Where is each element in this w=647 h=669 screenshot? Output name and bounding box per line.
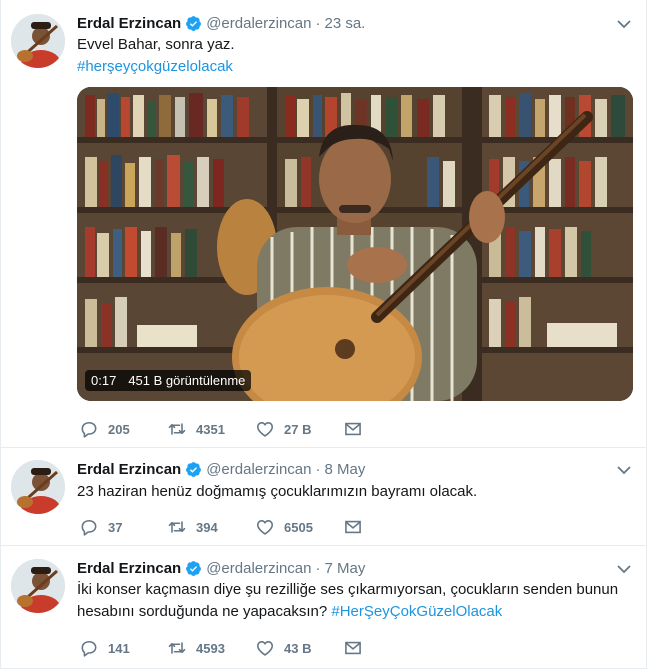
chevron-down-icon[interactable] bbox=[616, 561, 632, 577]
hashtag-link[interactable]: #herşeyçokgüzelolacak bbox=[77, 56, 630, 78]
display-name[interactable]: Erdal Erzincan bbox=[77, 15, 181, 32]
reply-icon bbox=[81, 421, 97, 438]
retweet-icon bbox=[168, 423, 186, 435]
tweet-header: Erdal Erzincan @erdalerzincan · 7 May bbox=[77, 558, 365, 578]
verified-badge-icon bbox=[185, 461, 202, 478]
like-button[interactable]: 6505 bbox=[255, 517, 343, 537]
tweet-text-line: İki konser kaçmasın diye şu rezilliğe se… bbox=[77, 581, 619, 598]
tweet-text-line: hesabını sorduğunda ne yapacaksın? #HerŞ… bbox=[77, 601, 630, 623]
envelope-icon bbox=[345, 641, 361, 655]
avatar[interactable] bbox=[11, 14, 65, 68]
reply-count: 37 bbox=[108, 519, 123, 535]
separator-dot: · bbox=[315, 559, 321, 577]
tweet-timestamp[interactable]: 8 May bbox=[324, 461, 365, 478]
avatar-image bbox=[11, 559, 65, 613]
video-view-count: 451 B görüntülenme bbox=[128, 373, 246, 388]
retweet-icon bbox=[168, 521, 186, 533]
tweet-text-line-2: hesabını sorduğunda ne yapacaksın? bbox=[77, 603, 328, 620]
tweet[interactable]: Erdal Erzincan @erdalerzincan · 23 sa. E… bbox=[1, 0, 646, 448]
retweet-icon bbox=[168, 642, 186, 654]
avatar-image bbox=[11, 460, 65, 514]
reply-icon bbox=[81, 519, 97, 536]
heart-icon bbox=[257, 641, 273, 656]
like-count: 43 B bbox=[284, 640, 312, 656]
video-overlay-badge: 0:17 451 B görüntülenme bbox=[85, 370, 252, 391]
retweet-button[interactable]: 4593 bbox=[167, 638, 255, 658]
retweet-count: 4351 bbox=[196, 421, 225, 437]
display-name[interactable]: Erdal Erzincan bbox=[77, 461, 181, 478]
separator-dot: · bbox=[315, 14, 321, 32]
tweet-timeline: Erdal Erzincan @erdalerzincan · 23 sa. E… bbox=[0, 0, 647, 669]
direct-message-button[interactable] bbox=[343, 638, 431, 658]
hashtag-link[interactable]: #HerŞeyÇokGüzelOlacak bbox=[331, 603, 502, 620]
reply-button[interactable]: 37 bbox=[79, 517, 167, 537]
heart-icon bbox=[257, 422, 273, 437]
chevron-down-icon[interactable] bbox=[616, 16, 632, 32]
tweet[interactable]: Erdal Erzincan @erdalerzincan · 8 May 23… bbox=[1, 448, 646, 546]
tweet-actions: 141 4593 43 B bbox=[79, 637, 431, 659]
retweet-button[interactable]: 394 bbox=[167, 517, 255, 537]
direct-message-button[interactable] bbox=[343, 517, 431, 537]
user-handle[interactable]: @erdalerzincan bbox=[206, 560, 311, 577]
chevron-down-icon[interactable] bbox=[616, 462, 632, 478]
heart-icon bbox=[257, 520, 273, 535]
reply-count: 205 bbox=[108, 421, 130, 437]
display-name[interactable]: Erdal Erzincan bbox=[77, 560, 181, 577]
reply-icon bbox=[81, 640, 97, 657]
reply-button[interactable]: 141 bbox=[79, 638, 167, 658]
tweet-actions: 205 4351 27 B bbox=[79, 418, 431, 440]
like-button[interactable]: 27 B bbox=[255, 419, 343, 439]
user-handle[interactable]: @erdalerzincan bbox=[206, 15, 311, 32]
tweet[interactable]: Erdal Erzincan @erdalerzincan · 7 May İk… bbox=[1, 546, 646, 669]
direct-message-button[interactable] bbox=[343, 419, 431, 439]
tweet-timestamp[interactable]: 23 sa. bbox=[324, 15, 365, 32]
reply-count: 141 bbox=[108, 640, 130, 656]
like-count: 6505 bbox=[284, 519, 313, 535]
tweet-header: Erdal Erzincan @erdalerzincan · 23 sa. bbox=[77, 13, 365, 33]
tweet-text-line: Evvel Bahar, sonra yaz. bbox=[77, 36, 235, 53]
tweet-actions: 37 394 6505 bbox=[79, 516, 431, 538]
separator-dot: · bbox=[315, 460, 321, 478]
retweet-count: 4593 bbox=[196, 640, 225, 656]
tweet-text: 23 haziran henüz doğmamış çocuklarımızın… bbox=[77, 481, 630, 503]
retweet-count: 394 bbox=[196, 519, 218, 535]
like-button[interactable]: 43 B bbox=[255, 638, 343, 658]
verified-badge-icon bbox=[185, 15, 202, 32]
tweet-text: İki konser kaçmasın diye şu rezilliğe se… bbox=[77, 579, 630, 623]
tweet-text-line: 23 haziran henüz doğmamış çocuklarımızın… bbox=[77, 483, 478, 500]
tweet-header: Erdal Erzincan @erdalerzincan · 8 May bbox=[77, 459, 365, 479]
retweet-button[interactable]: 4351 bbox=[167, 419, 255, 439]
like-count: 27 B bbox=[284, 421, 312, 437]
verified-badge-icon bbox=[185, 560, 202, 577]
tweet-timestamp[interactable]: 7 May bbox=[324, 560, 365, 577]
avatar-image bbox=[11, 14, 65, 68]
video-duration: 0:17 bbox=[91, 373, 117, 388]
video-player[interactable]: 0:17 451 B görüntülenme bbox=[77, 87, 633, 401]
envelope-icon bbox=[345, 422, 361, 436]
avatar[interactable] bbox=[11, 460, 65, 514]
user-handle[interactable]: @erdalerzincan bbox=[206, 461, 311, 478]
tweet-text: Evvel Bahar, sonra yaz. #herşeyçokgüzelo… bbox=[77, 34, 630, 78]
envelope-icon bbox=[345, 520, 361, 534]
reply-button[interactable]: 205 bbox=[79, 419, 167, 439]
avatar[interactable] bbox=[11, 559, 65, 613]
video-thumbnail bbox=[77, 87, 633, 401]
